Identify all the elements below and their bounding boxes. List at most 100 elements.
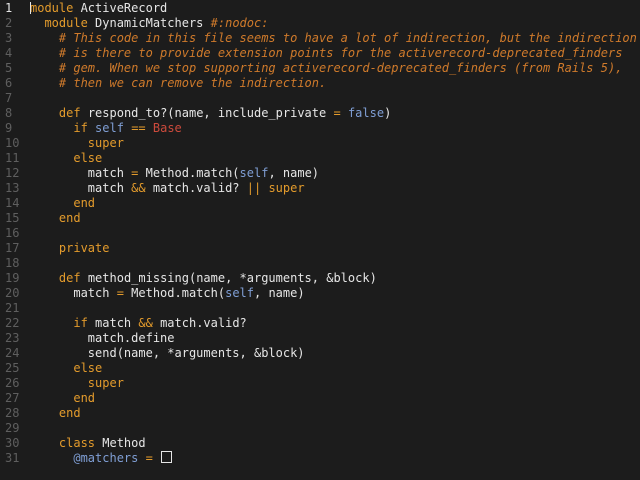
code-area[interactable]: module ActiveRecord module DynamicMatche… xyxy=(30,0,640,480)
code-token-plain: match xyxy=(30,181,132,195)
line-number: 18 xyxy=(5,256,20,270)
code-token-keyword: class xyxy=(58,436,96,450)
code-token-plain: match.valid? xyxy=(152,316,247,330)
code-token-comment: # This code in this file seems to have a… xyxy=(58,31,637,45)
line-number: 26 xyxy=(5,376,20,390)
line-number: 2 xyxy=(5,16,13,30)
code-token-keyword: end xyxy=(58,211,81,225)
code-line[interactable]: if match && match.valid? xyxy=(30,316,247,331)
code-line[interactable]: else xyxy=(30,151,102,166)
code-token-keyword: && xyxy=(138,316,153,330)
code-line[interactable]: else xyxy=(30,361,102,376)
line-number: 22 xyxy=(5,316,20,330)
code-token-comment: # then we can remove the indirection. xyxy=(58,76,327,90)
code-line[interactable]: end xyxy=(30,406,81,421)
line-number: 11 xyxy=(5,151,20,165)
code-line[interactable]: @matchers = xyxy=(30,451,173,466)
code-token-plain: send(name, *arguments, &block) xyxy=(30,346,305,360)
line-number: 12 xyxy=(5,166,20,180)
code-line[interactable]: # is there to provide extension points f… xyxy=(30,46,623,61)
code-line[interactable]: def respond_to?(name, include_private = … xyxy=(30,106,391,121)
code-token-plain: ) xyxy=(384,106,392,120)
code-editor[interactable]: 1 2 3 4 5 6 7 8 9 10 11 12 13 14 15 16 17 18 19 20 21 22 23 24 2… xyxy=(0,0,640,480)
line-number: 7 xyxy=(5,91,13,105)
code-token-keyword: end xyxy=(73,391,96,405)
line-number: 21 xyxy=(5,301,20,315)
line-number: 16 xyxy=(5,226,20,240)
code-token-comment: # gem. When we stop supporting activerec… xyxy=(58,61,623,75)
code-token-plain: Method xyxy=(95,436,146,450)
code-token-keyword: else xyxy=(73,361,103,375)
code-token-keyword: end xyxy=(73,196,96,210)
code-token-plain: match xyxy=(87,316,139,330)
line-number: 24 xyxy=(5,346,20,360)
line-number: 5 xyxy=(5,61,13,75)
code-token-ivar: false xyxy=(347,106,385,120)
code-token-keyword: == xyxy=(131,121,146,135)
code-token-plain: match.define xyxy=(30,331,175,345)
line-number: 29 xyxy=(5,421,20,435)
block-caret xyxy=(161,451,173,463)
code-line[interactable]: # gem. When we stop supporting activerec… xyxy=(30,61,623,76)
code-line[interactable]: super xyxy=(30,376,124,391)
code-token-plain: method_missing(name, *arguments, &block) xyxy=(80,271,377,285)
code-line[interactable]: match && match.valid? || super xyxy=(30,181,305,196)
code-token-keyword: if xyxy=(73,316,88,330)
line-number: 25 xyxy=(5,361,20,375)
code-token-plain: respond_to?(name, include_private xyxy=(80,106,334,120)
line-number: 20 xyxy=(5,286,20,300)
code-token-keyword: super xyxy=(87,136,124,150)
line-number: 19 xyxy=(5,271,20,285)
code-token-plain: match xyxy=(30,286,117,300)
line-number: 9 xyxy=(5,121,13,135)
code-line[interactable]: class Method xyxy=(30,436,146,451)
code-line[interactable]: module ActiveRecord xyxy=(30,1,167,16)
code-line[interactable]: end xyxy=(30,391,95,406)
code-token-constant: Base xyxy=(152,121,182,135)
line-number-gutter: 1 2 3 4 5 6 7 8 9 10 11 12 13 14 15 16 17 18 19 20 21 22 23 24 2… xyxy=(0,0,26,480)
code-token-keyword: def xyxy=(58,271,81,285)
line-number: 4 xyxy=(5,46,13,60)
code-token-keyword: super xyxy=(87,376,124,390)
line-number: 13 xyxy=(5,181,20,195)
code-token-keyword: if xyxy=(73,121,88,135)
code-line[interactable]: end xyxy=(30,211,81,226)
code-token-ivar: self xyxy=(239,166,269,180)
line-number: 6 xyxy=(5,76,13,90)
code-token-keyword: && xyxy=(131,181,146,195)
code-token-ivar: self xyxy=(225,286,254,300)
code-line[interactable]: private xyxy=(30,241,110,256)
code-line[interactable]: match = Method.match(self, name) xyxy=(30,166,319,181)
line-number: 8 xyxy=(5,106,13,120)
line-number: 31 xyxy=(5,451,20,465)
code-line[interactable]: match.define xyxy=(30,331,175,346)
code-token-plain: ActiveRecord xyxy=(73,1,168,15)
code-line[interactable]: def method_missing(name, *arguments, &bl… xyxy=(30,271,377,286)
code-line[interactable]: # then we can remove the indirection. xyxy=(30,76,326,91)
code-line[interactable]: # This code in this file seems to have a… xyxy=(30,31,637,46)
code-line[interactable]: module DynamicMatchers #:nodoc: xyxy=(30,16,268,31)
code-line[interactable]: send(name, *arguments, &block) xyxy=(30,346,305,361)
line-number: 3 xyxy=(5,31,13,45)
line-number: 23 xyxy=(5,331,20,345)
code-line[interactable]: super xyxy=(30,136,124,151)
code-line[interactable]: end xyxy=(30,196,95,211)
line-number: 27 xyxy=(5,391,20,405)
text-cursor xyxy=(30,2,31,14)
line-number: 14 xyxy=(5,196,20,210)
code-token-keyword: = xyxy=(333,106,341,120)
code-line[interactable]: if self == Base xyxy=(30,121,182,136)
code-line[interactable]: match = Method.match(self, name) xyxy=(30,286,304,301)
code-token-keyword: super xyxy=(268,181,305,195)
code-token-plain: match xyxy=(30,166,132,180)
